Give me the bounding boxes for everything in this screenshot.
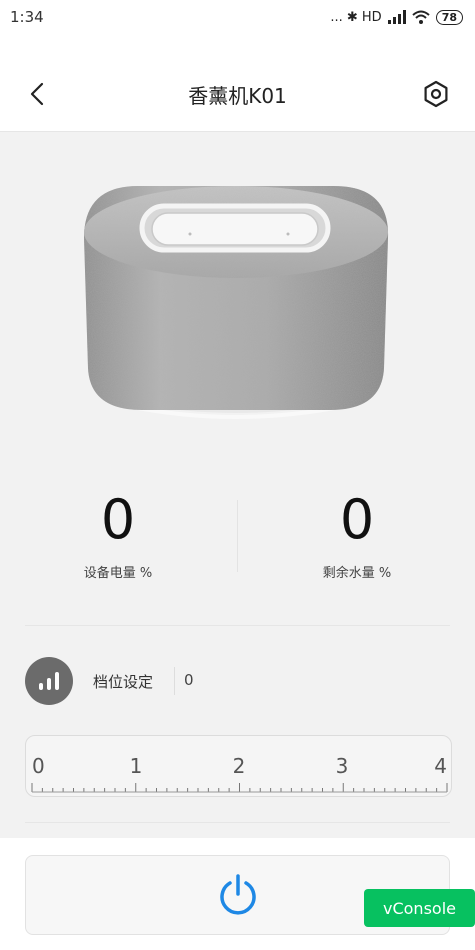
status-bar: 1:34 ... ✱ HD 78 xyxy=(0,0,475,34)
slider-ruler xyxy=(31,783,448,793)
status-indicators: ... ✱ HD 78 xyxy=(330,9,463,25)
stats-divider xyxy=(237,500,238,572)
page-title: 香薰机K01 xyxy=(188,84,287,108)
nav-bar: 香薰机K01 xyxy=(0,34,475,132)
status-time: 1:34 xyxy=(10,8,44,26)
battery-indicator: 78 xyxy=(435,9,463,25)
battery-value: 0 xyxy=(100,488,136,551)
gear-slider[interactable]: 0 1 2 3 4 xyxy=(25,735,452,797)
stats-section: 0 设备电量 % 0 剩余水量 % xyxy=(0,490,475,590)
gear-separator xyxy=(174,667,175,695)
product-image xyxy=(84,186,389,419)
divider xyxy=(25,822,450,823)
status-text: ... ✱ HD xyxy=(330,9,382,25)
hex-settings-icon xyxy=(424,80,448,108)
water-value: 0 xyxy=(339,488,375,551)
gear-icon-badge xyxy=(25,657,73,705)
gear-setting-row: 档位设定 0 xyxy=(25,655,450,707)
divider xyxy=(25,625,450,626)
gear-value: 0 xyxy=(184,671,194,689)
water-stat: 0 剩余水量 % xyxy=(257,488,457,582)
battery-stat: 0 设备电量 % xyxy=(18,488,218,582)
signal-icon xyxy=(387,10,406,24)
settings-button[interactable] xyxy=(422,80,450,108)
power-icon xyxy=(220,874,256,915)
wifi-icon xyxy=(412,10,430,24)
battery-label: 设备电量 % xyxy=(83,566,153,581)
power-button[interactable] xyxy=(216,874,260,918)
vconsole-button[interactable]: vConsole xyxy=(364,889,475,927)
signal-bars-icon xyxy=(39,672,59,690)
water-label: 剩余水量 % xyxy=(322,566,392,581)
gear-label: 档位设定 xyxy=(93,673,154,691)
